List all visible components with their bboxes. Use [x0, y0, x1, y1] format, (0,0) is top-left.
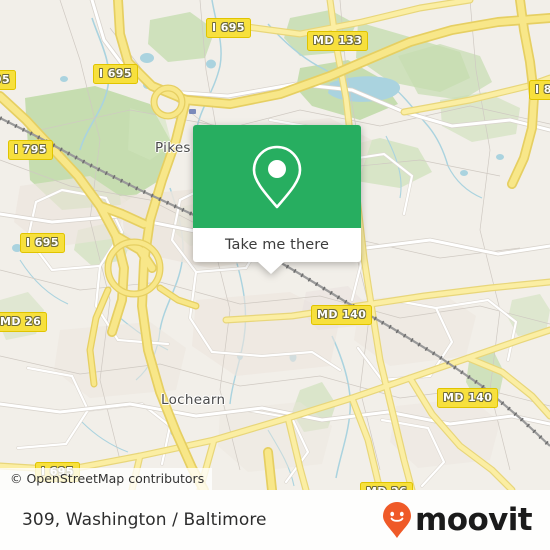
highway-shield-md140-north: MD 140: [311, 305, 373, 325]
moovit-wordmark: moovit: [415, 501, 533, 538]
moovit-map-screen: .water{fill:#aad3df;} .wline{stroke:#aad…: [0, 0, 550, 550]
callout-card-header: [193, 125, 361, 228]
highway-shield-i795: I 795: [8, 140, 53, 160]
callout-pointer: [258, 262, 284, 274]
take-me-there-label: Take me there: [224, 237, 330, 253]
highway-shield-i695-north: I 695: [206, 18, 251, 38]
highway-shield-md140-south: MD 140: [437, 388, 499, 408]
highway-shield-md26-west: MD 26: [0, 312, 48, 332]
highway-shield-i695-northwest: I 695: [93, 64, 138, 84]
footer-bar: 309, Washington / Baltimore moovit: [0, 490, 550, 550]
highway-shield-i83: I 83: [529, 80, 550, 100]
highway-shield-i95-edge: 95: [0, 70, 17, 90]
take-me-there-button[interactable]: Take me there: [193, 228, 361, 262]
highway-shield-i695-west: I 695: [20, 233, 65, 253]
location-callout-card: Take me there: [193, 125, 361, 274]
moovit-smiley-pin-icon: [383, 502, 412, 538]
moovit-brand: moovit: [382, 501, 533, 539]
osm-attribution[interactable]: © OpenStreetMap contributors: [0, 468, 213, 490]
location-title: 309, Washington / Baltimore: [22, 510, 267, 530]
map-pin-icon: [252, 145, 302, 208]
highway-shield-md133: MD 133: [307, 31, 369, 51]
highway-shield-md26-south: MD 26: [360, 482, 414, 490]
